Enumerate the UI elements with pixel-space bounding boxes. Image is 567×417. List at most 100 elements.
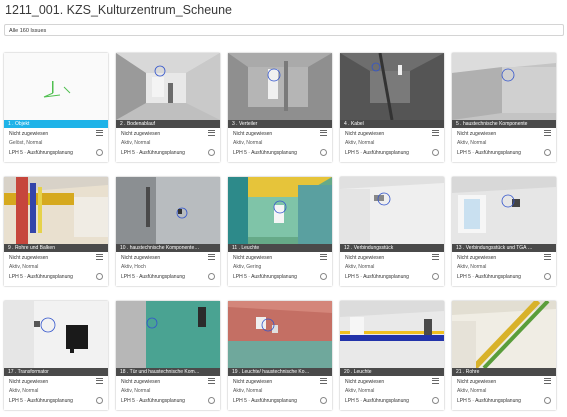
issue-title: 12 . Verbindungsstück <box>340 244 444 252</box>
issue-thumbnail[interactable] <box>340 301 444 368</box>
issue-card[interactable]: 9 . Rohre und Balken Nicht zugewiesen Ak… <box>4 177 108 286</box>
issue-thumbnail[interactable] <box>340 177 444 244</box>
issue-card[interactable]: 5 . haustechnische Komponente Nicht zuge… <box>452 53 556 162</box>
status-circle-icon[interactable] <box>208 273 215 280</box>
issue-assignee: Nicht zugewiesen <box>9 131 49 137</box>
issue-title: 19 . Leuchte/ haustechnische Ko… <box>228 368 332 376</box>
hamburger-menu-icon[interactable] <box>432 130 439 136</box>
issue-thumbnail[interactable] <box>340 53 444 120</box>
status-circle-icon[interactable] <box>320 273 327 280</box>
issue-title: 13 . Verbindungsstück und TGA … <box>452 244 556 252</box>
issue-thumbnail[interactable] <box>116 53 220 120</box>
issue-card[interactable]: 12 . Verbindungsstück Nicht zugewiesen A… <box>340 177 444 286</box>
issue-title: 17 . Transformator <box>4 368 108 376</box>
issue-title: 21 . Rohre <box>452 368 556 376</box>
status-circle-icon[interactable] <box>432 149 439 156</box>
issue-card[interactable]: 20 . Leuchte Nicht zugewiesen Aktiv, Nor… <box>340 301 444 410</box>
issue-title: 3 . Verteiler <box>228 120 332 128</box>
issue-thumbnail[interactable] <box>452 301 556 368</box>
issue-thumbnail[interactable] <box>452 177 556 244</box>
issue-filter-select[interactable]: Alle 160 Issues <box>4 24 564 36</box>
issue-assignee: Nicht zugewiesen <box>345 255 385 261</box>
status-circle-icon[interactable] <box>96 273 103 280</box>
issue-status: Aktiv, Normal <box>233 140 263 146</box>
issue-card[interactable]: 3 . Verteiler Nicht zugewiesen Aktiv, No… <box>228 53 332 162</box>
issue-thumbnail[interactable] <box>452 53 556 120</box>
issue-card[interactable]: 4 . Kabel Nicht zugewiesen Aktiv, Normal… <box>340 53 444 162</box>
issue-card[interactable]: 2 . Bodenablauf Nicht zugewiesen Aktiv, … <box>116 53 220 162</box>
issue-phase: LPH 5 · Ausführungsplanung <box>9 274 73 280</box>
issue-status: Aktiv, Normal <box>345 264 375 270</box>
issue-card[interactable]: 17 . Transformator Nicht zugewiesen Akti… <box>4 301 108 410</box>
page-title: 1211_001. KZS_Kulturzentrum_Scheune <box>5 3 233 17</box>
hamburger-menu-icon[interactable] <box>208 130 215 136</box>
issue-title: 4 . Kabel <box>340 120 444 128</box>
issue-thumbnail[interactable] <box>228 301 332 368</box>
hamburger-menu-icon[interactable] <box>208 378 215 384</box>
issue-thumbnail[interactable] <box>228 177 332 244</box>
issue-status: Aktiv, Normal <box>345 140 375 146</box>
issue-status: Aktiv, Normal <box>345 388 375 394</box>
issue-assignee: Nicht zugewiesen <box>233 255 273 261</box>
status-circle-icon[interactable] <box>544 149 551 156</box>
hamburger-menu-icon[interactable] <box>208 254 215 260</box>
hamburger-menu-icon[interactable] <box>96 130 103 136</box>
status-circle-icon[interactable] <box>432 397 439 404</box>
issue-filter-label: Alle 160 Issues <box>9 28 47 34</box>
issue-phase: LPH 5 · Ausführungsplanung <box>121 398 185 404</box>
issue-phase: LPH 5 · Ausführungsplanung <box>233 398 297 404</box>
status-circle-icon[interactable] <box>96 149 103 156</box>
issue-thumbnail[interactable] <box>116 177 220 244</box>
status-circle-icon[interactable] <box>320 149 327 156</box>
status-circle-icon[interactable] <box>208 149 215 156</box>
issue-phase: LPH 5 · Ausführungsplanung <box>233 274 297 280</box>
issue-title: 20 . Leuchte <box>340 368 444 376</box>
status-circle-icon[interactable] <box>432 273 439 280</box>
issue-thumbnail[interactable] <box>4 177 108 244</box>
issue-phase: LPH 5 · Ausführungsplanung <box>345 150 409 156</box>
issue-status: Aktiv, Normal <box>457 264 487 270</box>
issue-card[interactable]: 18 . Tür und haustechnische Kom… Nicht z… <box>116 301 220 410</box>
issue-card[interactable]: 1 . Objekt Nicht zugewiesen Gelöst, Norm… <box>4 53 108 162</box>
issue-card[interactable]: 10 . haustechnische Komponente… Nicht zu… <box>116 177 220 286</box>
issue-thumbnail[interactable] <box>4 53 108 120</box>
issue-status: Aktiv, Normal <box>121 388 151 394</box>
issue-status: Aktiv, Hoch <box>121 264 146 270</box>
issue-status: Aktiv, Normal <box>121 140 151 146</box>
issue-phase: LPH 5 · Ausführungsplanung <box>457 398 521 404</box>
issue-assignee: Nicht zugewiesen <box>457 255 497 261</box>
issue-assignee: Nicht zugewiesen <box>233 379 273 385</box>
issue-thumbnail[interactable] <box>228 53 332 120</box>
issue-status: Aktiv, Normal <box>457 140 487 146</box>
issue-card[interactable]: 21 . Rohre Nicht zugewiesen Aktiv, Norma… <box>452 301 556 410</box>
issue-status: Aktiv, Normal <box>233 388 263 394</box>
hamburger-menu-icon[interactable] <box>96 378 103 384</box>
issue-status: Aktiv, Gering <box>233 264 262 270</box>
issue-phase: LPH 5 · Ausführungsplanung <box>345 398 409 404</box>
issue-phase: LPH 5 · Ausführungsplanung <box>233 150 297 156</box>
hamburger-menu-icon[interactable] <box>320 378 327 384</box>
issue-thumbnail[interactable] <box>4 301 108 368</box>
status-circle-icon[interactable] <box>208 397 215 404</box>
issue-assignee: Nicht zugewiesen <box>345 131 385 137</box>
hamburger-menu-icon[interactable] <box>96 254 103 260</box>
issue-phase: LPH 5 · Ausführungsplanung <box>457 150 521 156</box>
issue-title: 1 . Objekt <box>4 120 108 128</box>
hamburger-menu-icon[interactable] <box>320 254 327 260</box>
issue-card[interactable]: 11 . Leuchte Nicht zugewiesen Aktiv, Ger… <box>228 177 332 286</box>
hamburger-menu-icon[interactable] <box>432 378 439 384</box>
status-circle-icon[interactable] <box>544 397 551 404</box>
issue-card[interactable]: 13 . Verbindungsstück und TGA … Nicht zu… <box>452 177 556 286</box>
issue-title: 11 . Leuchte <box>228 244 332 252</box>
issue-thumbnail[interactable] <box>116 301 220 368</box>
hamburger-menu-icon[interactable] <box>432 254 439 260</box>
issue-card[interactable]: 19 . Leuchte/ haustechnische Ko… Nicht z… <box>228 301 332 410</box>
status-circle-icon[interactable] <box>96 397 103 404</box>
issue-assignee: Nicht zugewiesen <box>457 131 497 137</box>
status-circle-icon[interactable] <box>544 273 551 280</box>
status-circle-icon[interactable] <box>320 397 327 404</box>
hamburger-menu-icon[interactable] <box>544 378 551 384</box>
hamburger-menu-icon[interactable] <box>544 254 551 260</box>
hamburger-menu-icon[interactable] <box>320 130 327 136</box>
hamburger-menu-icon[interactable] <box>544 130 551 136</box>
